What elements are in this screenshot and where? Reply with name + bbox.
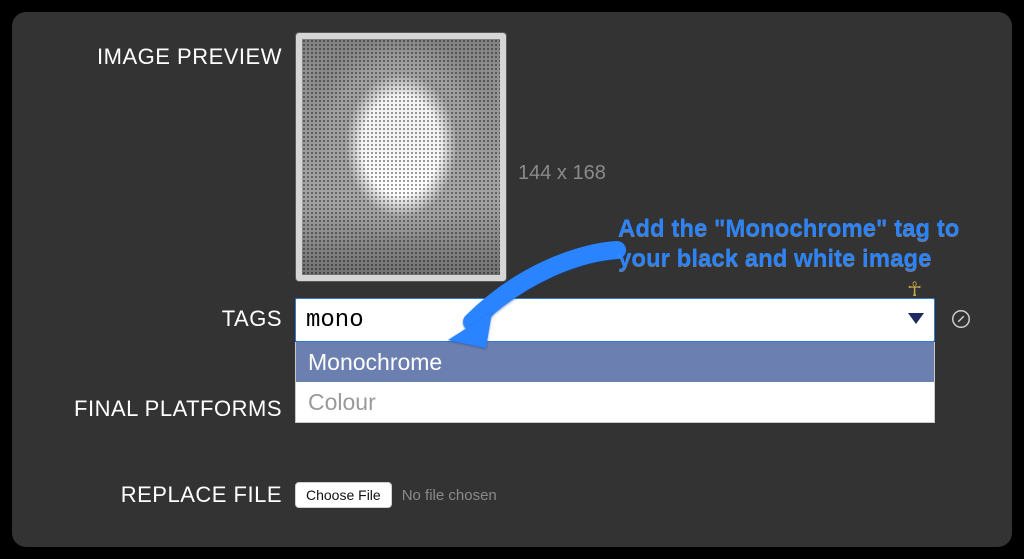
image-preview-dimensions: 144 x 168 — [518, 162, 606, 185]
tags-option-colour[interactable]: Colour — [296, 382, 934, 422]
tags-input[interactable] — [306, 299, 894, 341]
image-preview-art — [302, 39, 500, 275]
label-tags: TAGS — [12, 306, 282, 332]
label-replace-file: REPLACE FILE — [12, 482, 282, 508]
choose-file-button[interactable]: Choose File — [295, 482, 392, 508]
tags-combobox[interactable]: ☥ — [295, 298, 935, 342]
dropdown-caret-icon[interactable] — [908, 313, 924, 324]
image-preview-thumbnail — [302, 39, 500, 275]
row-image-preview: IMAGE PREVIEW 144 x 168 — [12, 30, 1012, 290]
file-picker-group: Choose File No file chosen — [295, 480, 497, 510]
tags-option-monochrome[interactable]: Monochrome — [296, 342, 934, 382]
tags-dropdown: Monochrome Colour — [295, 342, 935, 423]
image-preview-frame — [295, 32, 507, 282]
edit-icon[interactable] — [950, 308, 972, 330]
label-image-preview: IMAGE PREVIEW — [12, 44, 282, 70]
label-final-platforms: FINAL PLATFORMS — [12, 396, 282, 422]
ankh-icon: ☥ — [907, 277, 922, 302]
form-panel: IMAGE PREVIEW 144 x 168 TAGS ☥ Monochrom… — [12, 12, 1012, 547]
file-status-text: No file chosen — [402, 487, 497, 504]
